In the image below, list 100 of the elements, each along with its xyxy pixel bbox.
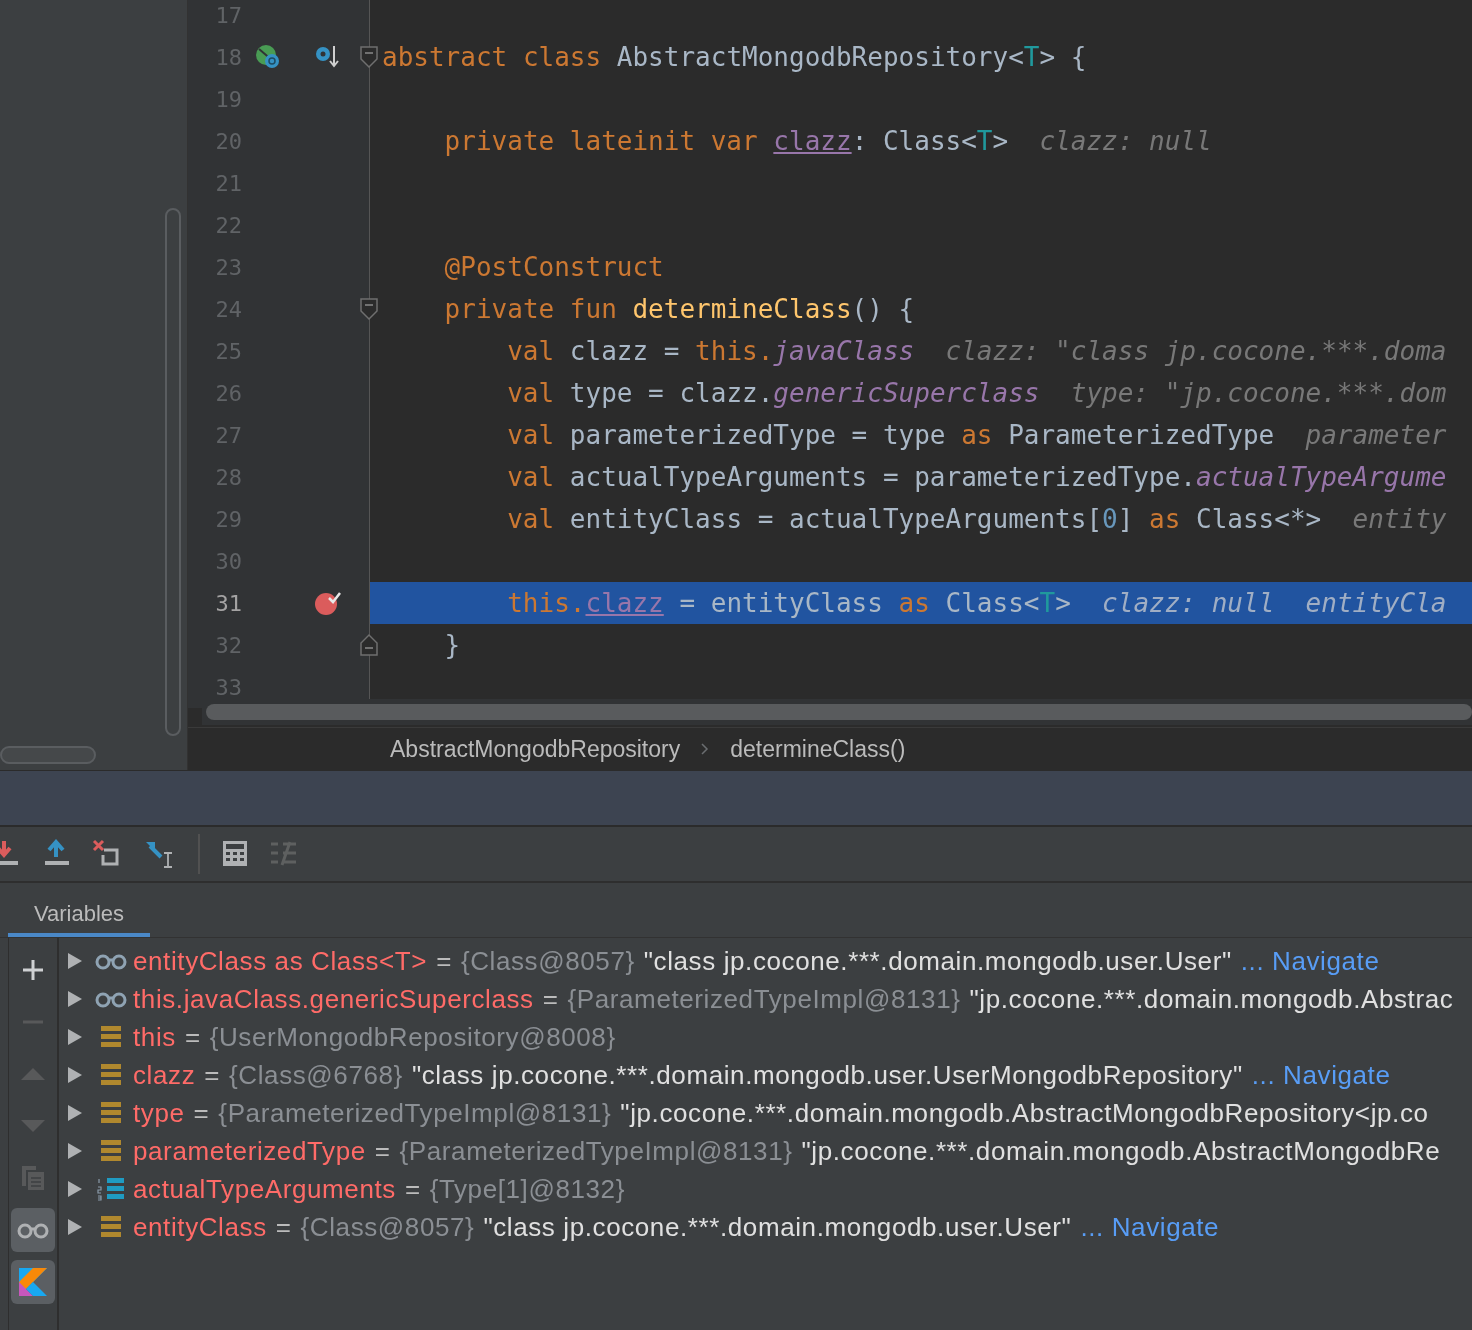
object-reference: {ParameterizedTypeImpl@8131} — [399, 1135, 793, 1167]
down-arrow-icon — [20, 1119, 46, 1133]
variable-value: "jp.cocone.***.domain.mongodb.Abstrac — [969, 983, 1454, 1015]
keyword: private fun — [444, 294, 618, 324]
code-text: ] — [1117, 504, 1135, 534]
implemented-icon[interactable] — [254, 43, 282, 71]
equals-sign: = — [193, 1097, 210, 1129]
keyword: as — [898, 588, 931, 618]
expand-arrow-icon[interactable] — [67, 1028, 83, 1046]
keyword: val — [507, 462, 556, 492]
inline-value-hint: entity — [1352, 504, 1447, 534]
breadcrumb[interactable]: determineClass() — [730, 735, 906, 763]
glasses-icon — [95, 990, 127, 1008]
variable-value: "jp.cocone.***.domain.mongodb.AbstractMongodbRe — [801, 1135, 1441, 1167]
glasses-icon — [95, 952, 127, 970]
object-reference: {Type[1]@8132} — [429, 1173, 625, 1205]
equals-sign: = — [374, 1135, 391, 1167]
inline-value-hint: parameter — [1305, 420, 1447, 450]
object-reference: {Class@8057} — [300, 1211, 475, 1243]
copy-icon — [20, 1164, 46, 1192]
field-access: genericSuperclass — [773, 378, 1040, 408]
navigate-link[interactable]: ... Navigate — [1080, 1211, 1220, 1243]
inline-value-hint: clazz: "class jp.cocone.***.doma — [945, 336, 1447, 366]
code-text: } — [444, 630, 461, 660]
code-text: clazz = — [569, 336, 681, 366]
chevron-icon — [700, 742, 711, 756]
code-text: Class< — [945, 588, 1040, 618]
variables-tab[interactable]: Variables — [8, 883, 151, 937]
expand-arrow-icon[interactable] — [67, 1066, 83, 1084]
code-text: : Class< — [851, 126, 977, 156]
field-icon — [101, 1102, 121, 1124]
fold-icon[interactable] — [360, 633, 378, 657]
number-literal: 0 — [1102, 504, 1118, 534]
inline-value-hint: clazz: null — [1039, 126, 1212, 156]
code-text: > — [1055, 588, 1071, 618]
plus-icon — [21, 958, 45, 982]
up-arrow-icon — [20, 1067, 46, 1081]
object-reference: {ParameterizedTypeImpl@8131} — [218, 1097, 612, 1129]
scrollbar[interactable] — [165, 208, 181, 736]
variable-value: "jp.cocone.***.domain.mongodb.AbstractMongodbRepository<jp.co — [620, 1097, 1429, 1129]
fold-icon[interactable] — [360, 45, 378, 69]
watches-button[interactable] — [11, 1208, 55, 1252]
equals-sign: = — [436, 945, 452, 977]
breadcrumb[interactable]: AbstractMongodbRepository — [390, 735, 681, 763]
code-text: Class<*> — [1196, 504, 1322, 534]
navigate-link[interactable]: ... Navigate — [1240, 945, 1380, 977]
variable-name: actualTypeArguments — [133, 1173, 396, 1205]
variable-name: type — [133, 1097, 185, 1129]
keyword: val — [507, 378, 556, 408]
code-text: actualTypeArguments = parameterizedType. — [569, 462, 1196, 492]
calculator-icon[interactable] — [222, 840, 248, 868]
code-text: AbstractMongodbRepository< — [616, 42, 1024, 72]
variable-name: entityClass — [133, 1211, 267, 1243]
annotation: @PostConstruct — [444, 252, 664, 282]
line-number: 31 — [214, 590, 242, 616]
inline-value-hint: clazz: null — [1102, 588, 1275, 618]
drop-frame-icon[interactable] — [92, 839, 122, 869]
expand-arrow-icon[interactable] — [67, 990, 83, 1008]
property-name: clazz — [773, 126, 852, 156]
type-parameter: T — [1039, 588, 1056, 618]
expand-arrow-icon[interactable] — [67, 1218, 83, 1236]
code-text: = entityClass — [678, 588, 884, 618]
expand-arrow-icon[interactable] — [67, 1104, 83, 1122]
variable-name: entityClass as Class<T> — [133, 945, 428, 977]
scrollbar[interactable] — [202, 699, 1472, 726]
keyword: this. — [695, 336, 774, 366]
expand-arrow-icon[interactable] — [67, 1142, 83, 1160]
expand-arrow-icon[interactable] — [67, 1180, 83, 1198]
inline-value-hint: type: "jp.cocone.***.dom — [1070, 378, 1447, 408]
keyword: as — [1149, 504, 1182, 534]
variable-value: "class jp.cocone.***.domain.mongodb.user.User" — [643, 945, 1232, 977]
fold-icon[interactable] — [360, 297, 378, 321]
code-text: > { — [1039, 42, 1087, 72]
object-reference: {ParameterizedTypeImpl@8131} — [567, 983, 961, 1015]
equals-sign: = — [275, 1211, 292, 1243]
variable-name: this.javaClass.genericSuperclass — [133, 983, 534, 1015]
code-text: > — [992, 126, 1009, 156]
keyword: private lateinit var — [444, 126, 759, 156]
code-text: type = clazz. — [569, 378, 774, 408]
keyword: as — [961, 420, 994, 450]
field-icon — [101, 1140, 121, 1162]
field-icon — [101, 1216, 121, 1238]
field-icon — [101, 1064, 121, 1086]
equals-sign: = — [204, 1059, 221, 1091]
inline-value-hint: entityCla — [1305, 588, 1447, 618]
object-reference: {Class@8057} — [460, 945, 635, 977]
code-text: ParameterizedType — [1008, 420, 1275, 450]
variable-name: this — [133, 1021, 176, 1053]
equals-sign: = — [542, 983, 559, 1015]
keyword: this. — [507, 588, 586, 618]
variable-name: parameterizedType — [133, 1135, 366, 1167]
keyword: abstract class — [382, 42, 603, 72]
property-name: clazz — [585, 588, 664, 618]
navigate-link[interactable]: ... Navigate — [1251, 1059, 1391, 1091]
expand-arrow-icon[interactable] — [67, 952, 83, 970]
kotlin-button[interactable] — [11, 1260, 55, 1304]
scrollbar[interactable] — [0, 746, 96, 764]
code-text: () { — [851, 294, 915, 324]
equals-sign: = — [184, 1021, 201, 1053]
field-access: actualTypeArgume — [1196, 462, 1447, 492]
